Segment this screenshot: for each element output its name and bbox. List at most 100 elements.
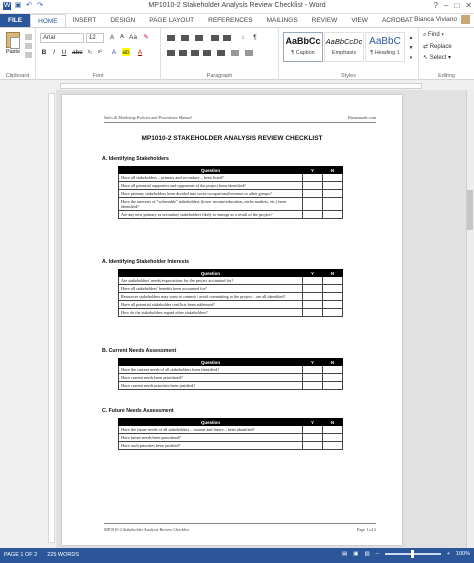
multilevel-list-icon[interactable] xyxy=(195,35,203,41)
borders-icon[interactable] xyxy=(245,50,253,56)
align-left-icon[interactable] xyxy=(167,50,175,56)
shading-icon[interactable] xyxy=(231,50,239,56)
yes-cell[interactable] xyxy=(302,284,323,293)
show-formatting-icon[interactable]: ¶ xyxy=(251,33,259,42)
minimize-icon[interactable]: – xyxy=(444,1,448,10)
yes-cell[interactable] xyxy=(302,276,323,285)
no-cell[interactable] xyxy=(322,292,343,301)
document-page[interactable]: Sales & Marketing Policies and Procedure… xyxy=(62,95,402,545)
no-cell[interactable] xyxy=(322,425,343,434)
tab-mailings[interactable]: MAILINGS xyxy=(260,14,305,27)
tab-design[interactable]: DESIGN xyxy=(103,14,142,27)
font-size-select[interactable]: 12 xyxy=(86,33,104,43)
highlight-icon[interactable]: ab xyxy=(122,48,130,56)
no-cell[interactable] xyxy=(322,284,343,293)
redo-icon[interactable]: ↷ xyxy=(36,2,44,10)
select-button[interactable]: ↖ Select ▾ xyxy=(423,54,451,61)
italic-icon[interactable]: I xyxy=(50,48,58,57)
align-center-icon[interactable] xyxy=(179,50,187,56)
no-cell[interactable] xyxy=(322,197,343,211)
style-emphasis[interactable]: AaBbCcDc Emphasis xyxy=(324,32,364,62)
save-icon[interactable]: ▣ xyxy=(14,2,22,10)
yes-cell[interactable] xyxy=(302,425,323,434)
no-cell[interactable] xyxy=(322,210,343,219)
yes-cell[interactable] xyxy=(302,197,323,211)
no-cell[interactable] xyxy=(322,181,343,190)
no-cell[interactable] xyxy=(322,373,343,382)
tab-page-layout[interactable]: PAGE LAYOUT xyxy=(142,14,201,27)
font-color-icon[interactable]: A xyxy=(136,48,144,57)
print-layout-icon[interactable]: ▣ xyxy=(353,551,358,557)
clear-formatting-icon[interactable]: ✎ xyxy=(142,33,150,42)
vertical-scrollbar[interactable] xyxy=(466,90,474,548)
yes-cell[interactable] xyxy=(302,300,323,309)
zoom-level[interactable]: 100% xyxy=(456,551,470,557)
yes-cell[interactable] xyxy=(302,189,323,198)
vertical-ruler[interactable] xyxy=(48,93,55,543)
font-name-select[interactable]: Arial xyxy=(40,33,84,43)
yes-cell[interactable] xyxy=(302,373,323,382)
line-spacing-icon[interactable] xyxy=(217,50,225,56)
tab-review[interactable]: REVIEW xyxy=(305,14,345,27)
yes-cell[interactable] xyxy=(302,381,323,390)
paste-button[interactable]: Paste xyxy=(4,32,22,58)
tab-view[interactable]: VIEW xyxy=(344,14,375,27)
no-cell[interactable] xyxy=(322,173,343,182)
undo-icon[interactable]: ↶ xyxy=(25,2,33,10)
word-icon[interactable]: W xyxy=(3,2,11,10)
close-icon[interactable]: ✕ xyxy=(465,1,472,10)
yes-cell[interactable] xyxy=(302,181,323,190)
text-effects-icon[interactable]: A xyxy=(110,48,118,57)
sort-icon[interactable]: ↕ xyxy=(239,33,247,42)
scroll-thumb[interactable] xyxy=(467,190,473,230)
underline-icon[interactable]: U xyxy=(60,48,68,57)
style-caption[interactable]: AaBbCc ¶ Caption xyxy=(283,32,323,62)
page-count[interactable]: PAGE 1 OF 2 xyxy=(4,552,37,558)
help-icon[interactable]: ? xyxy=(434,1,438,10)
change-case-icon[interactable]: Aa xyxy=(129,33,137,42)
copy-icon[interactable] xyxy=(25,43,32,49)
no-cell[interactable] xyxy=(322,433,343,442)
word-count[interactable]: 225 WORDS xyxy=(47,552,79,558)
yes-cell[interactable] xyxy=(302,173,323,182)
horizontal-ruler[interactable] xyxy=(0,81,474,90)
align-right-icon[interactable] xyxy=(191,50,199,56)
styles-scroll-up-icon[interactable]: ▲ xyxy=(407,34,415,43)
bold-icon[interactable]: B xyxy=(40,48,48,57)
justify-icon[interactable] xyxy=(203,50,211,56)
subscript-icon[interactable]: x₂ xyxy=(86,48,94,57)
maximize-icon[interactable]: □ xyxy=(454,1,459,10)
find-button[interactable]: ⌕ Find ▾ xyxy=(423,32,444,39)
strikethrough-icon[interactable]: abc xyxy=(72,48,82,57)
grow-font-icon[interactable]: A xyxy=(108,33,116,42)
tab-insert[interactable]: INSERT xyxy=(66,14,104,27)
user-area[interactable]: Bianca Viviano xyxy=(414,15,470,24)
zoom-slider[interactable] xyxy=(384,550,441,558)
format-painter-icon[interactable] xyxy=(25,52,32,58)
tab-home[interactable]: HOME xyxy=(30,14,66,27)
yes-cell[interactable] xyxy=(302,210,323,219)
tab-references[interactable]: REFERENCES xyxy=(201,14,259,27)
no-cell[interactable] xyxy=(322,441,343,450)
no-cell[interactable] xyxy=(322,365,343,374)
web-layout-icon[interactable]: ▥ xyxy=(364,551,369,557)
superscript-icon[interactable]: x² xyxy=(96,48,104,57)
cut-icon[interactable] xyxy=(25,34,32,40)
replace-button[interactable]: ⇄ Replace xyxy=(423,43,452,50)
styles-scroll-down-icon[interactable]: ▼ xyxy=(407,44,415,53)
zoom-in-icon[interactable]: + xyxy=(447,551,450,557)
no-cell[interactable] xyxy=(322,276,343,285)
styles-more-icon[interactable]: ▾ xyxy=(407,54,415,63)
bullets-icon[interactable] xyxy=(167,35,175,41)
yes-cell[interactable] xyxy=(302,308,323,317)
yes-cell[interactable] xyxy=(302,365,323,374)
no-cell[interactable] xyxy=(322,308,343,317)
no-cell[interactable] xyxy=(322,381,343,390)
yes-cell[interactable] xyxy=(302,433,323,442)
yes-cell[interactable] xyxy=(302,292,323,301)
no-cell[interactable] xyxy=(322,300,343,309)
yes-cell[interactable] xyxy=(302,441,323,450)
read-mode-icon[interactable]: ▤ xyxy=(342,551,347,557)
tab-file[interactable]: FILE xyxy=(0,14,31,27)
increase-indent-icon[interactable] xyxy=(223,35,231,41)
